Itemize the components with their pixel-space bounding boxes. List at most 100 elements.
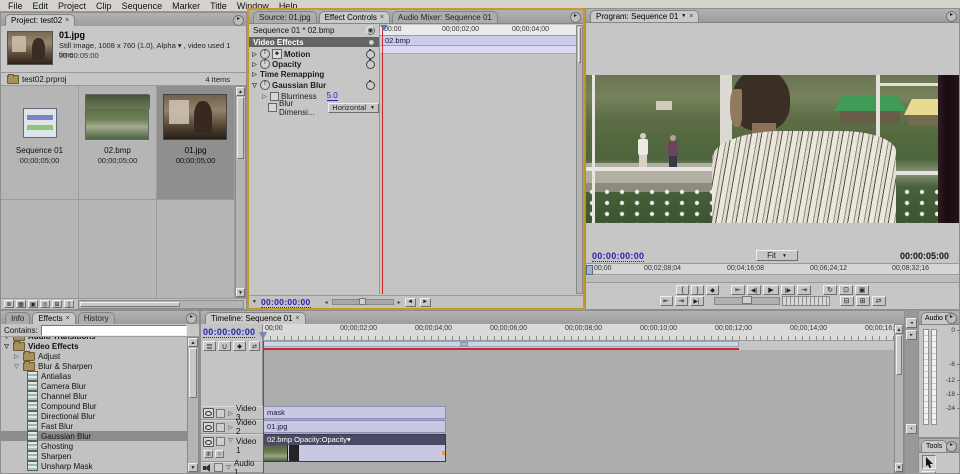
zoom-out-icon[interactable]: ◂	[325, 299, 328, 306]
step-forward-button[interactable]: |▶	[781, 285, 795, 295]
step-back-button[interactable]: ◀|	[747, 285, 761, 295]
toggle-track-output-icon[interactable]	[203, 422, 214, 432]
scroll-down-icon[interactable]: ▼	[188, 463, 198, 472]
set-out-button[interactable]: }	[691, 285, 704, 295]
play-in-out-button[interactable]: ▶|	[690, 296, 704, 306]
find-button[interactable]: ◎	[40, 300, 50, 308]
effect-enabled-icon[interactable]: f	[260, 80, 270, 90]
expander-icon[interactable]: ▽	[13, 363, 20, 370]
tree-item-directional-blur[interactable]: Directional Blur	[1, 411, 187, 421]
expander-icon[interactable]: ▽	[3, 343, 10, 350]
menu-item-title[interactable]: Title	[205, 1, 232, 11]
project-vertical-scrollbar[interactable]: ▲ ▼	[235, 86, 246, 298]
ec-playhead-line[interactable]	[382, 25, 383, 294]
project-horizontal-scrollbar[interactable]	[78, 300, 244, 309]
list-view-button[interactable]: ≣	[4, 300, 14, 308]
scroll-right-icon[interactable]: ▸	[906, 330, 917, 340]
tab-program[interactable]: Program: Sequence 01 ▼ ×	[590, 10, 699, 22]
tab-effects[interactable]: Effects ×	[32, 312, 75, 324]
ec-row-blur-dimension[interactable]: Blur Dimensi... Horizontal ▼	[249, 102, 379, 113]
play-button[interactable]: ▶	[763, 285, 779, 295]
project-bin-row[interactable]: test02.prproj 4 Items	[1, 74, 246, 86]
set-marker-button[interactable]: ◆	[233, 341, 246, 351]
scroll-handle-icon[interactable]: ▪	[906, 424, 917, 434]
next-edit-button[interactable]: ⇥	[675, 296, 688, 306]
program-zoom-dropdown[interactable]: Fit ▼	[756, 250, 798, 261]
timeline-current-timecode[interactable]: 00:00:00:00	[203, 327, 255, 338]
program-playhead-marker[interactable]	[586, 265, 593, 275]
zoom-in-icon[interactable]: ▸	[398, 299, 401, 306]
expander-icon[interactable]: ▽	[3, 337, 10, 340]
stopwatch-icon[interactable]	[366, 81, 375, 90]
tree-item-fast-blur[interactable]: Fast Blur	[1, 421, 187, 431]
panel-menu-icon[interactable]: ▸	[186, 313, 197, 324]
expander-icon[interactable]: ▽	[227, 437, 234, 444]
track-lock-icon[interactable]	[216, 409, 225, 418]
export-frame-button[interactable]: ⇄	[872, 296, 886, 306]
menu-item-clip[interactable]: Clip	[91, 1, 117, 11]
blur-dimension-dropdown[interactable]: Horizontal ▼	[328, 103, 379, 113]
tab-tools[interactable]: Tools	[921, 440, 947, 452]
selection-tool-button[interactable]	[922, 455, 936, 469]
show-timeline-view-icon[interactable]: ◉	[366, 26, 375, 35]
safe-margins-button[interactable]: ⊡	[839, 285, 853, 295]
ec-playhead-marker[interactable]	[380, 25, 388, 31]
tab-project[interactable]: Project: test02 ×	[5, 14, 75, 26]
timeline-vertical-scrollbar[interactable]: ▲ ▼	[894, 324, 904, 473]
project-item-02bmp[interactable]: 02.bmp 00;00;05;00	[79, 86, 156, 199]
tree-item-sharpen[interactable]: Sharpen	[1, 451, 187, 461]
toggle-track-output-icon[interactable]	[203, 437, 214, 447]
expander-icon[interactable]: ▷	[261, 93, 268, 100]
menu-item-edit[interactable]: Edit	[28, 1, 54, 11]
tree-item-unsharp-mask[interactable]: Unsharp Mask	[1, 461, 187, 471]
ec-row-time-remapping[interactable]: ▷ Time Remapping	[249, 69, 379, 79]
loop-button[interactable]: ↻	[823, 285, 837, 295]
toggle-track-output-icon[interactable]	[203, 408, 214, 418]
marker-button[interactable]: ◆	[706, 285, 719, 295]
effect-enabled-icon[interactable]: f	[260, 49, 270, 59]
keyframe-next-button[interactable]: ►	[420, 298, 431, 307]
scrollbar-thumb[interactable]	[80, 302, 180, 307]
close-icon[interactable]: ×	[66, 313, 70, 324]
chevron-down-icon[interactable]: ▼	[681, 11, 686, 22]
tree-item-antialias[interactable]: Antialias	[1, 371, 187, 381]
goto-in-button[interactable]: ⇤	[731, 285, 745, 295]
scrollbar-thumb[interactable]	[896, 335, 902, 375]
ec-row-motion[interactable]: ▷ f ✥ Motion	[249, 49, 379, 59]
timeline-playhead-marker[interactable]	[259, 332, 267, 340]
keyframe-prev-button[interactable]: ◄	[405, 298, 416, 307]
scroll-up-icon[interactable]: ▲	[188, 338, 198, 347]
panel-menu-icon[interactable]: ▸	[570, 12, 581, 23]
clip-mask-video3[interactable]: mask	[263, 406, 446, 419]
prev-edit-button[interactable]: ⇤	[660, 296, 673, 306]
tab-info[interactable]: Info	[5, 312, 30, 324]
ec-row-opacity[interactable]: ▷ f Opacity	[249, 59, 379, 69]
toggle-animation-icon[interactable]	[268, 103, 277, 112]
close-icon[interactable]: ×	[380, 12, 384, 23]
scroll-left-icon[interactable]: ◂	[906, 318, 917, 328]
ec-clip-band[interactable]: 02.bmp	[380, 36, 576, 46]
snap-button[interactable]: ∪	[218, 341, 231, 351]
automate-button[interactable]: ▣	[28, 300, 38, 308]
expander-icon[interactable]: ▽	[225, 464, 232, 471]
scroll-down-icon[interactable]: ▼	[236, 288, 245, 297]
expander-icon[interactable]: ▷	[251, 71, 258, 78]
tree-item-ghosting[interactable]: Ghosting	[1, 441, 187, 451]
timeline-ruler[interactable]: 00;00 00;00;02;00 00;00;04;00 00;00;06;0…	[263, 324, 896, 341]
shuttle-slider[interactable]	[714, 297, 780, 305]
work-area-button[interactable]: ⇄	[249, 341, 260, 351]
setup-icon[interactable]: ◉	[369, 39, 374, 46]
chevron-down-icon[interactable]: ▼	[252, 299, 257, 305]
scroll-down-icon[interactable]: ▼	[895, 463, 903, 472]
trash-button[interactable]: ▯	[64, 300, 74, 308]
toggle-animation-icon[interactable]	[270, 92, 279, 101]
scroll-up-icon[interactable]: ▲	[895, 325, 903, 334]
stopwatch-icon[interactable]	[366, 50, 375, 59]
tab-history[interactable]: History	[78, 312, 115, 324]
jog-disk[interactable]	[782, 296, 830, 306]
track-header-audio1[interactable]: ▽ Audio 1	[201, 462, 263, 473]
program-ruler[interactable]: 00;00 00;02;08;04 00;04;16;08 00;06;24;1…	[586, 263, 959, 275]
goto-out-button[interactable]: ⇥	[797, 285, 811, 295]
track-lock-icon[interactable]	[216, 437, 225, 446]
project-item-sequence01[interactable]: Sequence 01 00;00;05;00	[1, 86, 78, 199]
